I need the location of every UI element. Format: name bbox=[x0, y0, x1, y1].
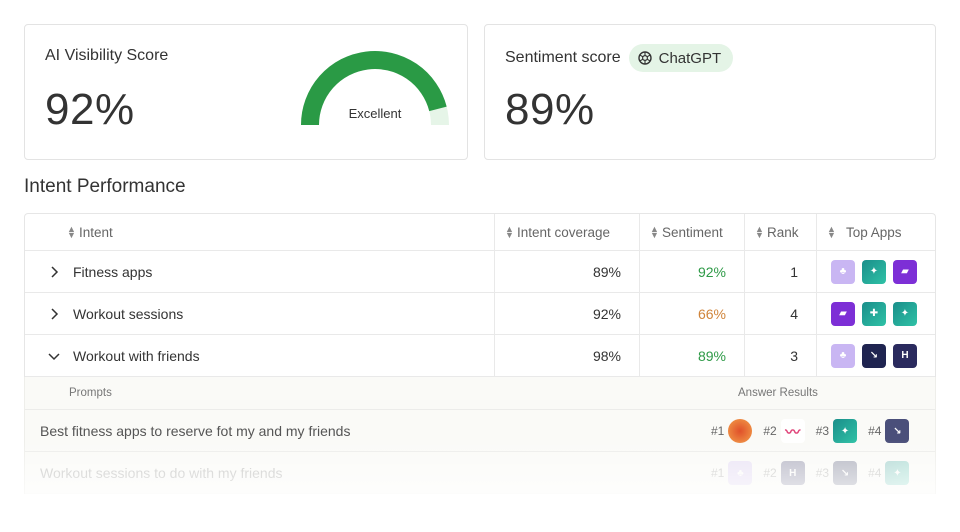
sort-icon: ▲ ▼ bbox=[827, 224, 836, 240]
table-header-row: ▲ ▼ Intent ▲ ▼ Intent coverage ▲ ▼ Sentiment ▲… bbox=[25, 214, 935, 251]
header-rank[interactable]: ▲ ▼ Rank bbox=[745, 214, 817, 250]
visibility-score-title: AI Visibility Score bbox=[45, 47, 169, 64]
sentiment-value: 92% bbox=[640, 251, 745, 292]
app-icon-fitness-teal[interactable]: ✚ bbox=[862, 301, 886, 326]
header-top-apps[interactable]: ▲ ▼ Top Apps bbox=[817, 214, 935, 250]
app-icon-h-logo[interactable]: H bbox=[893, 343, 917, 368]
chatgpt-icon bbox=[637, 51, 652, 65]
app-icon-navy[interactable]: ↘ bbox=[862, 343, 886, 368]
app-icon-mascot[interactable]: ♣ bbox=[831, 259, 855, 284]
result-rank: #2 bbox=[763, 466, 777, 480]
header-intent[interactable]: ▲ ▼ Intent bbox=[25, 214, 495, 250]
app-icon-orange-circle[interactable] bbox=[728, 419, 753, 443]
answer-results: #1 #2 〰 #3 ✦ #4 ↘ bbox=[711, 419, 920, 443]
result-rank: #4 bbox=[868, 424, 882, 438]
header-sentiment[interactable]: ▲ ▼ Sentiment bbox=[640, 214, 745, 250]
coverage-value: 98% bbox=[495, 335, 640, 376]
visibility-score-card: AI Visibility Score 92% Excellent bbox=[24, 24, 468, 160]
sort-icon: ▲ ▼ bbox=[650, 224, 659, 240]
result-rank: #1 bbox=[711, 466, 725, 480]
result-rank: #4 bbox=[868, 466, 882, 480]
sentiment-score-title: Sentiment score bbox=[505, 49, 621, 66]
sentiment-value: 66% bbox=[640, 293, 745, 334]
app-icon-navy[interactable]: ↘ bbox=[885, 419, 910, 443]
rank-value: 3 bbox=[745, 335, 817, 376]
prompt-row[interactable]: Best fitness apps to reserve fot my and … bbox=[25, 410, 935, 452]
chatgpt-badge-label: ChatGPT bbox=[658, 49, 722, 67]
app-icon-fitness-teal[interactable]: ✦ bbox=[833, 419, 858, 443]
prompt-text: Workout sessions to do with my friends bbox=[40, 465, 283, 481]
app-icon-fitness-teal[interactable]: ✦ bbox=[893, 301, 917, 326]
table-row[interactable]: Workout with friends 98% 89% 3 ♣ ↘ H bbox=[25, 335, 935, 377]
intent-name: Workout with friends bbox=[73, 347, 200, 364]
chevron-right-icon[interactable] bbox=[47, 265, 61, 278]
coverage-value: 89% bbox=[495, 251, 640, 292]
prompt-row[interactable]: Workout sessions to do with my friends #… bbox=[25, 452, 935, 494]
app-icon-purple[interactable]: ▰ bbox=[831, 301, 855, 326]
chatgpt-badge[interactable]: ChatGPT bbox=[628, 44, 734, 72]
header-coverage[interactable]: ▲ ▼ Intent coverage bbox=[495, 214, 640, 250]
coverage-value: 92% bbox=[495, 293, 640, 334]
prompts-label: Prompts bbox=[69, 387, 112, 399]
rank-value: 1 bbox=[745, 251, 817, 292]
app-icon-fitness-teal[interactable]: ✦ bbox=[862, 259, 886, 284]
result-rank: #3 bbox=[815, 424, 830, 438]
sort-icon: ▲ ▼ bbox=[505, 224, 514, 240]
app-icon-mascot[interactable]: ♣ bbox=[831, 343, 855, 368]
sort-icon: ▲ ▼ bbox=[67, 224, 76, 240]
section-title-intent-performance: Intent Performance bbox=[24, 176, 186, 197]
app-icon-swoosh[interactable]: 〰 bbox=[780, 419, 805, 443]
intent-name: Fitness apps bbox=[73, 263, 153, 280]
answer-results: #1 ♣ #2 H #3 ↘ #4 ✦ bbox=[711, 461, 920, 485]
sentiment-score-value: 89% bbox=[505, 85, 595, 134]
gauge-label: Excellent bbox=[348, 106, 402, 121]
sentiment-score-card: Sentiment score ChatGPT 89% bbox=[484, 24, 936, 160]
app-icon-purple[interactable]: ▰ bbox=[893, 259, 917, 284]
app-icon-h-logo[interactable]: H bbox=[780, 461, 805, 485]
answer-results-label: Answer Results bbox=[738, 387, 818, 399]
sort-icon: ▲ ▼ bbox=[755, 224, 764, 240]
app-icon-fitness-teal[interactable]: ✦ bbox=[885, 461, 910, 485]
app-icon-navy[interactable]: ↘ bbox=[833, 461, 858, 485]
result-rank: #2 bbox=[763, 424, 777, 438]
sentiment-value: 89% bbox=[640, 335, 745, 376]
result-rank: #1 bbox=[711, 424, 725, 438]
prompts-panel: Prompts Answer Results Best fitness apps… bbox=[24, 377, 936, 494]
table-row[interactable]: Workout sessions 92% 66% 4 ▰ ✚ ✦ bbox=[25, 293, 935, 335]
prompts-header: Prompts Answer Results bbox=[25, 377, 935, 410]
table-row[interactable]: Fitness apps 89% 92% 1 ♣ ✦ ▰ bbox=[25, 251, 935, 293]
intent-table: ▲ ▼ Intent ▲ ▼ Intent coverage ▲ ▼ Sentiment ▲… bbox=[24, 213, 936, 377]
chevron-right-icon[interactable] bbox=[47, 307, 61, 320]
visibility-score-value: 92% bbox=[45, 85, 135, 134]
app-icon-mascot[interactable]: ♣ bbox=[728, 461, 753, 485]
chevron-down-icon[interactable] bbox=[47, 351, 61, 361]
intent-name: Workout sessions bbox=[73, 305, 184, 322]
prompt-text: Best fitness apps to reserve fot my and … bbox=[40, 423, 351, 439]
result-rank: #3 bbox=[815, 466, 830, 480]
sentiment-header: Sentiment score ChatGPT bbox=[505, 43, 734, 73]
rank-value: 4 bbox=[745, 293, 817, 334]
